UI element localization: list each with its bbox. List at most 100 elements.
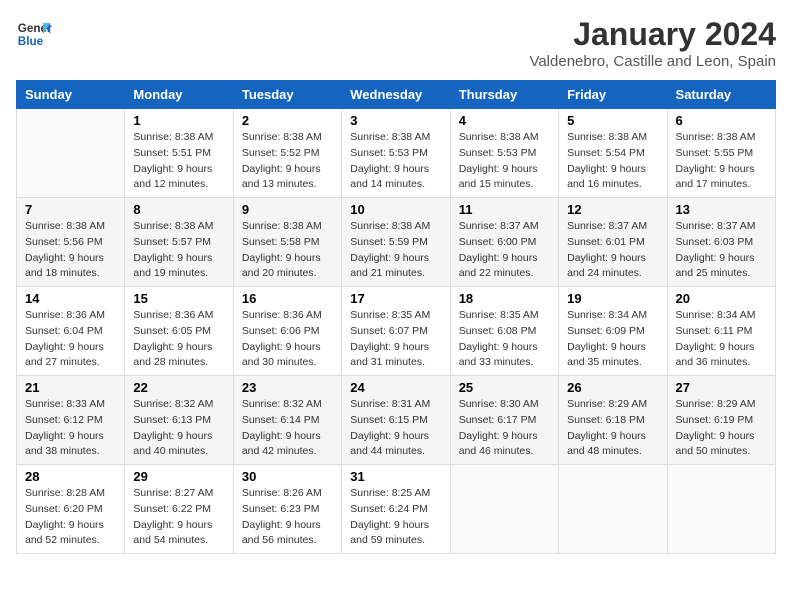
day-number: 18: [459, 291, 550, 306]
day-number: 15: [133, 291, 224, 306]
header-sunday: Sunday: [17, 81, 125, 109]
day-number: 5: [567, 113, 658, 128]
header-saturday: Saturday: [667, 81, 775, 109]
calendar-cell: 27Sunrise: 8:29 AMSunset: 6:19 PMDayligh…: [667, 376, 775, 465]
day-info: Sunrise: 8:38 AMSunset: 5:58 PMDaylight:…: [242, 219, 333, 282]
calendar-cell: 23 Sunrise: 8:32 AMSunset: 6:14 PMDayligh…: [233, 376, 341, 465]
day-number: 19: [567, 291, 658, 306]
day-number: 3: [350, 113, 441, 128]
day-info: Sunrise: 8:33 AMSunset: 6:12 PMDaylight:…: [25, 397, 116, 460]
day-number: 24: [350, 380, 441, 395]
calendar-cell: 13 Sunrise: 8:37 AMSunset: 6:03 PMDayligh…: [667, 198, 775, 287]
calendar-cell: 15 Sunrise: 8:36 AMSunset: 6:05 PMDayligh…: [125, 287, 233, 376]
day-info: Sunrise: 8:36 AMSunset: 6:04 PMDaylight:…: [25, 308, 116, 371]
calendar-cell: 2 Sunrise: 8:38 AMSunset: 5:52 PMDaylight…: [233, 109, 341, 198]
calendar-cell: 19 Sunrise: 8:34 AMSunset: 6:09 PMDayligh…: [559, 287, 667, 376]
week-row-4: 21 Sunrise: 8:33 AMSunset: 6:12 PMDayligh…: [17, 376, 776, 465]
day-info: Sunrise: 8:35 AMSunset: 6:07 PMDaylight:…: [350, 308, 441, 371]
day-number: 14: [25, 291, 116, 306]
calendar-cell: 5Sunrise: 8:38 AMSunset: 5:54 PMDaylight…: [559, 109, 667, 198]
calendar-cell: [17, 109, 125, 198]
page-header: General Blue January 2024 Valdenebro, Ca…: [16, 16, 776, 70]
calendar-cell: 11 Sunrise: 8:37 AMSunset: 6:00 PMDayligh…: [450, 198, 558, 287]
day-info: Sunrise: 8:30 AMSunset: 6:17 PMDaylight:…: [459, 397, 550, 460]
day-info: Sunrise: 8:38 AMSunset: 5:55 PMDaylight:…: [676, 130, 767, 193]
header-friday: Friday: [559, 81, 667, 109]
day-info: Sunrise: 8:38 AMSunset: 5:52 PMDaylight:…: [242, 130, 333, 193]
calendar-cell: [450, 465, 558, 554]
calendar-cell: 16 Sunrise: 8:36 AMSunset: 6:06 PMDayligh…: [233, 287, 341, 376]
day-info: Sunrise: 8:38 AMSunset: 5:53 PMDaylight:…: [350, 130, 441, 193]
calendar-cell: 7Sunrise: 8:38 AMSunset: 5:56 PMDaylight…: [17, 198, 125, 287]
calendar-cell: [667, 465, 775, 554]
day-number: 20: [676, 291, 767, 306]
header-wednesday: Wednesday: [342, 81, 450, 109]
day-number: 27: [676, 380, 767, 395]
calendar-cell: 1 Sunrise: 8:38 AMSunset: 5:51 PMDaylight…: [125, 109, 233, 198]
week-row-3: 14 Sunrise: 8:36 AMSunset: 6:04 PMDayligh…: [17, 287, 776, 376]
logo: General Blue: [16, 16, 52, 52]
day-info: Sunrise: 8:37 AMSunset: 6:00 PMDaylight:…: [459, 219, 550, 282]
calendar-cell: 9 Sunrise: 8:38 AMSunset: 5:58 PMDaylight…: [233, 198, 341, 287]
day-number: 4: [459, 113, 550, 128]
calendar-header-row: SundayMondayTuesdayWednesdayThursdayFrid…: [17, 81, 776, 109]
day-number: 9: [242, 202, 333, 217]
day-info: Sunrise: 8:37 AMSunset: 6:03 PMDaylight:…: [676, 219, 767, 282]
day-info: Sunrise: 8:29 AMSunset: 6:18 PMDaylight:…: [567, 397, 658, 460]
day-info: Sunrise: 8:27 AMSunset: 6:22 PMDaylight:…: [133, 486, 224, 549]
calendar-cell: 20 Sunrise: 8:34 AMSunset: 6:11 PMDayligh…: [667, 287, 775, 376]
day-number: 30: [242, 469, 333, 484]
calendar-cell: 29 Sunrise: 8:27 AMSunset: 6:22 PMDayligh…: [125, 465, 233, 554]
week-row-1: 1 Sunrise: 8:38 AMSunset: 5:51 PMDaylight…: [17, 109, 776, 198]
day-number: 12: [567, 202, 658, 217]
day-number: 2: [242, 113, 333, 128]
calendar-cell: 26 Sunrise: 8:29 AMSunset: 6:18 PMDayligh…: [559, 376, 667, 465]
day-info: Sunrise: 8:38 AMSunset: 5:51 PMDaylight:…: [133, 130, 224, 193]
svg-text:Blue: Blue: [18, 35, 44, 48]
day-info: Sunrise: 8:26 AMSunset: 6:23 PMDaylight:…: [242, 486, 333, 549]
day-info: Sunrise: 8:36 AMSunset: 6:06 PMDaylight:…: [242, 308, 333, 371]
subtitle: Valdenebro, Castille and Leon, Spain: [529, 53, 776, 70]
day-number: 25: [459, 380, 550, 395]
day-number: 31: [350, 469, 441, 484]
day-number: 7: [25, 202, 116, 217]
header-thursday: Thursday: [450, 81, 558, 109]
day-info: Sunrise: 8:37 AMSunset: 6:01 PMDaylight:…: [567, 219, 658, 282]
day-number: 17: [350, 291, 441, 306]
day-number: 13: [676, 202, 767, 217]
calendar-cell: 10 Sunrise: 8:38 AMSunset: 5:59 PMDayligh…: [342, 198, 450, 287]
day-number: 10: [350, 202, 441, 217]
day-number: 29: [133, 469, 224, 484]
day-info: Sunrise: 8:38 AMSunset: 5:53 PMDaylight:…: [459, 130, 550, 193]
day-info: Sunrise: 8:31 AMSunset: 6:15 PMDaylight:…: [350, 397, 441, 460]
day-info: Sunrise: 8:28 AMSunset: 6:20 PMDaylight:…: [25, 486, 116, 549]
day-number: 6: [676, 113, 767, 128]
day-info: Sunrise: 8:34 AMSunset: 6:09 PMDaylight:…: [567, 308, 658, 371]
day-number: 23: [242, 380, 333, 395]
day-info: Sunrise: 8:34 AMSunset: 6:11 PMDaylight:…: [676, 308, 767, 371]
day-number: 11: [459, 202, 550, 217]
day-info: Sunrise: 8:25 AMSunset: 6:24 PMDaylight:…: [350, 486, 441, 549]
calendar-cell: [559, 465, 667, 554]
calendar-cell: 30 Sunrise: 8:26 AMSunset: 6:23 PMDayligh…: [233, 465, 341, 554]
calendar-cell: 28 Sunrise: 8:28 AMSunset: 6:20 PMDayligh…: [17, 465, 125, 554]
header-monday: Monday: [125, 81, 233, 109]
calendar-cell: 21 Sunrise: 8:33 AMSunset: 6:12 PMDayligh…: [17, 376, 125, 465]
calendar-cell: 6 Sunrise: 8:38 AMSunset: 5:55 PMDaylight…: [667, 109, 775, 198]
day-info: Sunrise: 8:32 AMSunset: 6:14 PMDaylight:…: [242, 397, 333, 460]
header-tuesday: Tuesday: [233, 81, 341, 109]
day-info: Sunrise: 8:38 AMSunset: 5:59 PMDaylight:…: [350, 219, 441, 282]
day-number: 26: [567, 380, 658, 395]
calendar-cell: 31 Sunrise: 8:25 AMSunset: 6:24 PMDayligh…: [342, 465, 450, 554]
calendar-cell: 14 Sunrise: 8:36 AMSunset: 6:04 PMDayligh…: [17, 287, 125, 376]
title-block: January 2024 Valdenebro, Castille and Le…: [529, 16, 776, 70]
calendar-cell: 24 Sunrise: 8:31 AMSunset: 6:15 PMDayligh…: [342, 376, 450, 465]
day-number: 1: [133, 113, 224, 128]
day-info: Sunrise: 8:36 AMSunset: 6:05 PMDaylight:…: [133, 308, 224, 371]
day-number: 21: [25, 380, 116, 395]
day-number: 8: [133, 202, 224, 217]
day-number: 16: [242, 291, 333, 306]
day-number: 28: [25, 469, 116, 484]
calendar-cell: 25 Sunrise: 8:30 AMSunset: 6:17 PMDayligh…: [450, 376, 558, 465]
day-number: 22: [133, 380, 224, 395]
